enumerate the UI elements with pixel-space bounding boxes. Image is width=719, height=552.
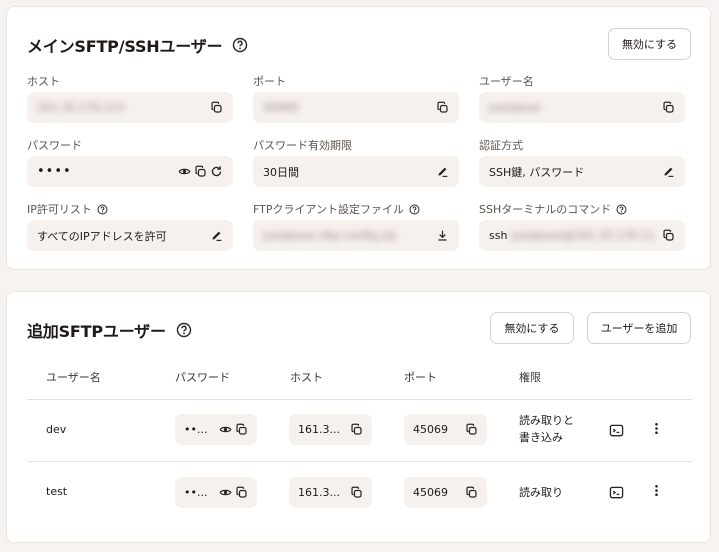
help-icon[interactable] xyxy=(97,204,108,215)
column-header-permission: 権限 xyxy=(519,371,541,384)
row-port-field: 45069 xyxy=(404,477,487,508)
table-divider xyxy=(27,461,692,462)
copy-icon[interactable] xyxy=(350,423,363,436)
column-header-port: ポート xyxy=(404,371,437,384)
main-user-title-text: メインSFTP/SSHユーザー xyxy=(27,37,223,56)
copy-icon[interactable] xyxy=(465,486,478,499)
disable-main-user-button[interactable]: 無効にする xyxy=(608,28,691,60)
copy-icon[interactable] xyxy=(194,165,207,178)
eye-icon[interactable] xyxy=(219,486,232,499)
terminal-icon[interactable] xyxy=(609,423,624,438)
row-password-value: ••... xyxy=(184,423,208,436)
ftp-config-label-text: FTPクライアント設定ファイル xyxy=(253,203,405,216)
more-vertical-icon[interactable] xyxy=(649,421,664,436)
additional-users-title: 追加SFTPユーザー xyxy=(27,318,192,342)
additional-users-title-text: 追加SFTPユーザー xyxy=(27,322,166,341)
password-expiry-label: パスワード有効期限 xyxy=(253,139,352,152)
additional-sftp-users-card: 追加SFTPユーザー 無効にする ユーザーを追加 ユーザー名 パスワード ホスト… xyxy=(6,291,711,543)
copy-icon[interactable] xyxy=(436,101,449,114)
eye-icon[interactable] xyxy=(178,165,191,178)
ssh-command-label: SSHターミナルのコマンド xyxy=(479,201,627,217)
disable-additional-users-button[interactable]: 無効にする xyxy=(490,312,574,344)
ftp-config-field: justabout-sftp-config.zip xyxy=(253,220,459,251)
username-label: ユーザー名 xyxy=(479,75,534,88)
column-header-host: ホスト xyxy=(290,371,323,384)
row-password-field: ••... xyxy=(175,414,257,445)
row-host-value: 161.3... xyxy=(298,486,340,499)
copy-icon[interactable] xyxy=(235,486,248,499)
help-icon[interactable] xyxy=(232,37,248,53)
password-field: •••• xyxy=(27,156,233,187)
ip-allowlist-value: すべてのIPアドレスを許可 xyxy=(37,229,167,243)
row-password-value: ••... xyxy=(184,486,208,499)
help-icon[interactable] xyxy=(409,204,420,215)
copy-icon[interactable] xyxy=(350,486,363,499)
ssh-command-value: justabout@161.35.176.11 xyxy=(511,229,655,242)
copy-icon[interactable] xyxy=(235,423,248,436)
terminal-icon[interactable] xyxy=(609,485,624,500)
row-host-field: 161.3... xyxy=(289,477,372,508)
ip-allowlist-field: すべてのIPアドレスを許可 xyxy=(27,220,233,251)
row-username: dev xyxy=(46,423,67,436)
ftp-config-value: justabout-sftp-config.zip xyxy=(263,229,397,242)
column-header-password: パスワード xyxy=(175,371,230,384)
ip-allowlist-label-text: IP許可リスト xyxy=(27,203,92,216)
password-value: •••• xyxy=(37,164,72,179)
more-vertical-icon[interactable] xyxy=(649,483,664,498)
pencil-icon[interactable] xyxy=(662,165,675,178)
copy-icon[interactable] xyxy=(662,229,675,242)
copy-icon[interactable] xyxy=(210,101,223,114)
ssh-command-field: ssh justabout@161.35.176.11 xyxy=(479,220,685,251)
main-sftp-user-card: メインSFTP/SSHユーザー 無効にする ホスト 161.35.176.113… xyxy=(6,6,711,270)
ssh-command-label-text: SSHターミナルのコマンド xyxy=(479,203,612,216)
copy-icon[interactable] xyxy=(465,423,478,436)
pencil-icon[interactable] xyxy=(436,165,449,178)
auth-method-value: SSH鍵, パスワード xyxy=(489,165,585,179)
row-permission-line2: 書き込み xyxy=(519,431,563,444)
password-expiry-field: 30日間 xyxy=(253,156,459,187)
row-host-field: 161.3... xyxy=(289,414,372,445)
eye-icon[interactable] xyxy=(219,423,232,436)
refresh-icon[interactable] xyxy=(210,165,223,178)
help-icon[interactable] xyxy=(616,204,627,215)
row-port-value: 45069 xyxy=(413,486,448,499)
row-permission-line1: 読み取りと xyxy=(519,414,574,427)
host-field: 161.35.176.113 xyxy=(27,92,233,123)
row-permission: 読み取り xyxy=(519,484,563,501)
row-host-value: 161.3... xyxy=(298,423,340,436)
password-label: パスワード xyxy=(27,139,82,152)
table-divider xyxy=(27,399,692,400)
row-permission: 読み取りと 書き込み xyxy=(519,412,574,446)
port-value: 45069 xyxy=(263,101,298,114)
row-username: test xyxy=(46,485,68,498)
ssh-command-prefix: ssh xyxy=(489,229,508,242)
main-user-title: メインSFTP/SSHユーザー xyxy=(27,33,248,57)
username-field: justabout xyxy=(479,92,685,123)
password-expiry-value: 30日間 xyxy=(263,165,299,179)
ftp-config-label: FTPクライアント設定ファイル xyxy=(253,201,420,217)
row-permission-line1: 読み取り xyxy=(519,486,563,499)
help-icon[interactable] xyxy=(176,322,192,338)
add-user-button[interactable]: ユーザーを追加 xyxy=(587,312,691,344)
auth-method-field: SSH鍵, パスワード xyxy=(479,156,685,187)
row-port-value: 45069 xyxy=(413,423,448,436)
port-label: ポート xyxy=(253,75,286,88)
host-value: 161.35.176.113 xyxy=(37,101,125,114)
host-label: ホスト xyxy=(27,75,60,88)
row-password-field: ••... xyxy=(175,477,257,508)
port-field: 45069 xyxy=(253,92,459,123)
ip-allowlist-label: IP許可リスト xyxy=(27,201,108,217)
username-value: justabout xyxy=(489,101,541,114)
download-icon[interactable] xyxy=(436,229,449,242)
copy-icon[interactable] xyxy=(662,101,675,114)
column-header-username: ユーザー名 xyxy=(46,371,101,384)
auth-method-label: 認証方式 xyxy=(479,139,523,152)
pencil-icon[interactable] xyxy=(210,229,223,242)
row-port-field: 45069 xyxy=(404,414,487,445)
